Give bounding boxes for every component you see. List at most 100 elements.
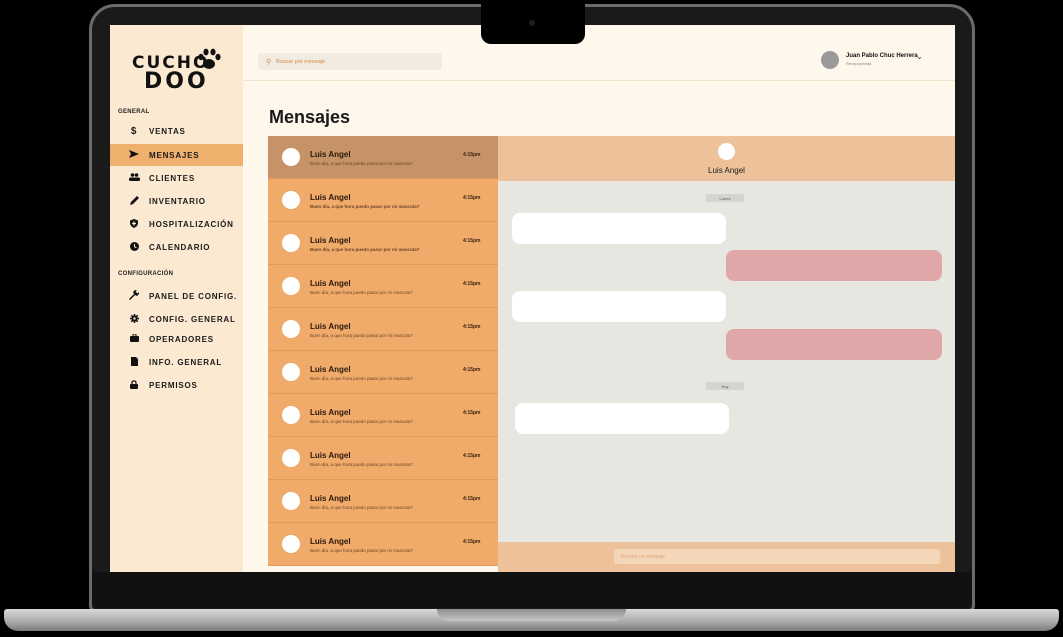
top-bar: ⚲ Buscar por mensaje Juan Pablo Chuc Her… <box>243 25 955 81</box>
sidebar-item-label: CONFIG. GENERAL <box>149 314 236 324</box>
chat-messages: Lunes Hoy <box>498 181 955 542</box>
conversation-preview: Buen día, a que hora puedo pasar por mi … <box>310 204 420 209</box>
sidebar-item-label: MENSAJES <box>149 150 200 160</box>
conversation-preview: Buen día, a que hora puedo pasar por mi … <box>310 548 413 553</box>
conversation-time: 4:15pm <box>463 496 481 502</box>
camera-icon <box>529 20 535 26</box>
conversation-item[interactable]: Luis Angel Buen día, a que hora puedo pa… <box>268 523 498 566</box>
conversation-preview: Buen día, a que hora puedo pasar por mi … <box>310 290 413 295</box>
screen-bezel <box>92 572 972 608</box>
avatar <box>282 535 300 553</box>
logo[interactable]: CUCHO DOO <box>130 47 230 94</box>
conversation-time: 4:15pm <box>463 324 481 330</box>
dollar-icon: $ <box>130 125 138 137</box>
day-label: Lunes <box>706 194 744 202</box>
day-label: Hoy <box>706 382 744 390</box>
sidebar-item-label: CALENDARIO <box>149 242 211 252</box>
conversation-name: Luis Angel <box>310 236 351 245</box>
avatar <box>282 148 300 166</box>
conversation-time: 4:15pm <box>463 410 481 416</box>
document-icon <box>128 356 140 368</box>
message-input[interactable]: Escribe un mensaje <box>614 549 940 564</box>
conversation-name: Luis Angel <box>310 150 351 159</box>
conversation-item[interactable]: Luis Angel Buen día, a que hora puedo pa… <box>268 222 498 265</box>
section-label-general: GENERAL <box>118 109 150 115</box>
lock-icon <box>128 379 140 391</box>
search-icon: ⚲ <box>266 58 272 66</box>
sidebar-item-calendario[interactable]: CALENDARIO <box>110 236 243 258</box>
avatar <box>282 320 300 338</box>
message-input-placeholder: Escribe un mensaje <box>621 553 665 560</box>
search-input[interactable]: ⚲ Buscar por mensaje <box>258 53 442 70</box>
conversation-item[interactable]: Luis Angel Buen día, a que hora puedo pa… <box>268 136 498 179</box>
section-label-configuracion: CONFIGURACIÓN <box>118 271 174 277</box>
conversation-name: Luis Angel <box>310 451 351 460</box>
sidebar-item-config-general[interactable]: CONFIG. GENERAL <box>110 308 243 330</box>
avatar[interactable] <box>821 51 839 69</box>
avatar <box>718 143 735 160</box>
conversation-list: Luis Angel Buen día, a que hora puedo pa… <box>268 136 498 572</box>
conversation-preview: Buen día, a que hora puedo pasar por mi … <box>310 333 413 338</box>
paw-icon <box>198 48 221 69</box>
sidebar-item-label: VENTAS <box>149 126 186 136</box>
briefcase-icon <box>128 333 140 344</box>
conversation-name: Luis Angel <box>310 193 351 202</box>
conversation-item[interactable]: Luis Angel Buen día, a que hora puedo pa… <box>268 265 498 308</box>
avatar <box>282 449 300 467</box>
sidebar-item-mensajes[interactable]: MENSAJES <box>110 144 243 166</box>
conversation-item[interactable]: Luis Angel Buen día, a que hora puedo pa… <box>268 308 498 351</box>
sidebar-item-hospitalizacion[interactable]: HOSPITALIZACIÓN <box>110 213 243 235</box>
sidebar-item-info-general[interactable]: INFO. GENERAL <box>110 351 243 373</box>
sidebar-item-label: INFO. GENERAL <box>149 357 223 367</box>
avatar <box>282 363 300 381</box>
conversation-item[interactable]: Luis Angel Buen día, a que hora puedo pa… <box>268 179 498 222</box>
conversation-time: 4:15pm <box>463 367 481 373</box>
laptop-opening-notch <box>437 609 626 621</box>
sidebar-item-clientes[interactable]: CLIENTES <box>110 167 243 189</box>
avatar <box>282 277 300 295</box>
sidebar: CUCHO DOO GENERAL $ VENTAS MENSAJES CLIE… <box>110 25 243 572</box>
conversation-name: Luis Angel <box>310 408 351 417</box>
send-icon <box>128 150 140 160</box>
conversation-name: Luis Angel <box>310 279 351 288</box>
sidebar-item-label: CLIENTES <box>149 173 195 183</box>
conversation-preview: Buen día, a que hora puedo pasar por mi … <box>310 161 413 166</box>
incoming-message-bubble <box>515 403 729 434</box>
sidebar-item-panel-config[interactable]: PANEL DE CONFIG. <box>110 285 243 307</box>
conversation-item[interactable]: Luis Angel Buen día, a que hora puedo pa… <box>268 437 498 480</box>
sidebar-item-inventario[interactable]: INVENTARIO <box>110 190 243 212</box>
conversation-name: Luis Angel <box>310 494 351 503</box>
conversation-time: 4:15pm <box>463 152 481 158</box>
page-title: Mensajes <box>269 107 351 127</box>
sidebar-item-label: HOSPITALIZACIÓN <box>149 219 234 229</box>
conversation-item[interactable]: Luis Angel Buen día, a que hora puedo pa… <box>268 351 498 394</box>
chat-contact-name: Luis Angel <box>708 166 745 175</box>
incoming-message-bubble <box>512 213 726 244</box>
chat-footer: Escribe un mensaje <box>498 542 955 572</box>
sidebar-item-label: OPERADORES <box>149 334 214 344</box>
wrench-icon <box>128 290 140 302</box>
sidebar-item-permisos[interactable]: PERMISOS <box>110 374 243 396</box>
conversation-time: 4:15pm <box>463 539 481 545</box>
search-placeholder: Buscar por mensaje <box>276 58 326 65</box>
users-icon <box>128 173 140 183</box>
chevron-down-icon[interactable]: ⌄ <box>916 52 923 61</box>
outgoing-message-bubble <box>726 250 942 281</box>
conversation-name: Luis Angel <box>310 365 351 374</box>
avatar <box>282 492 300 510</box>
user-name[interactable]: Juan Pablo Chuc Herrera <box>846 53 918 59</box>
conversation-time: 4:15pm <box>463 281 481 287</box>
conversation-time: 4:15pm <box>463 195 481 201</box>
conversation-item[interactable]: Luis Angel Buen día, a que hora puedo pa… <box>268 394 498 437</box>
app-screen: CUCHO DOO GENERAL $ VENTAS MENSAJES CLIE… <box>110 25 955 572</box>
conversation-name: Luis Angel <box>310 322 351 331</box>
shield-icon <box>128 218 140 230</box>
sidebar-item-ventas[interactable]: $ VENTAS <box>110 120 243 142</box>
sidebar-item-label: INVENTARIO <box>149 196 206 206</box>
sidebar-item-operadores[interactable]: OPERADORES <box>110 328 243 350</box>
conversation-preview: Buen día, a que hora puedo pasar por mi … <box>310 419 413 424</box>
clock-icon <box>128 241 140 253</box>
conversation-name: Luis Angel <box>310 537 351 546</box>
conversation-item[interactable]: Luis Angel Buen día, a que hora puedo pa… <box>268 480 498 523</box>
avatar <box>282 191 300 209</box>
